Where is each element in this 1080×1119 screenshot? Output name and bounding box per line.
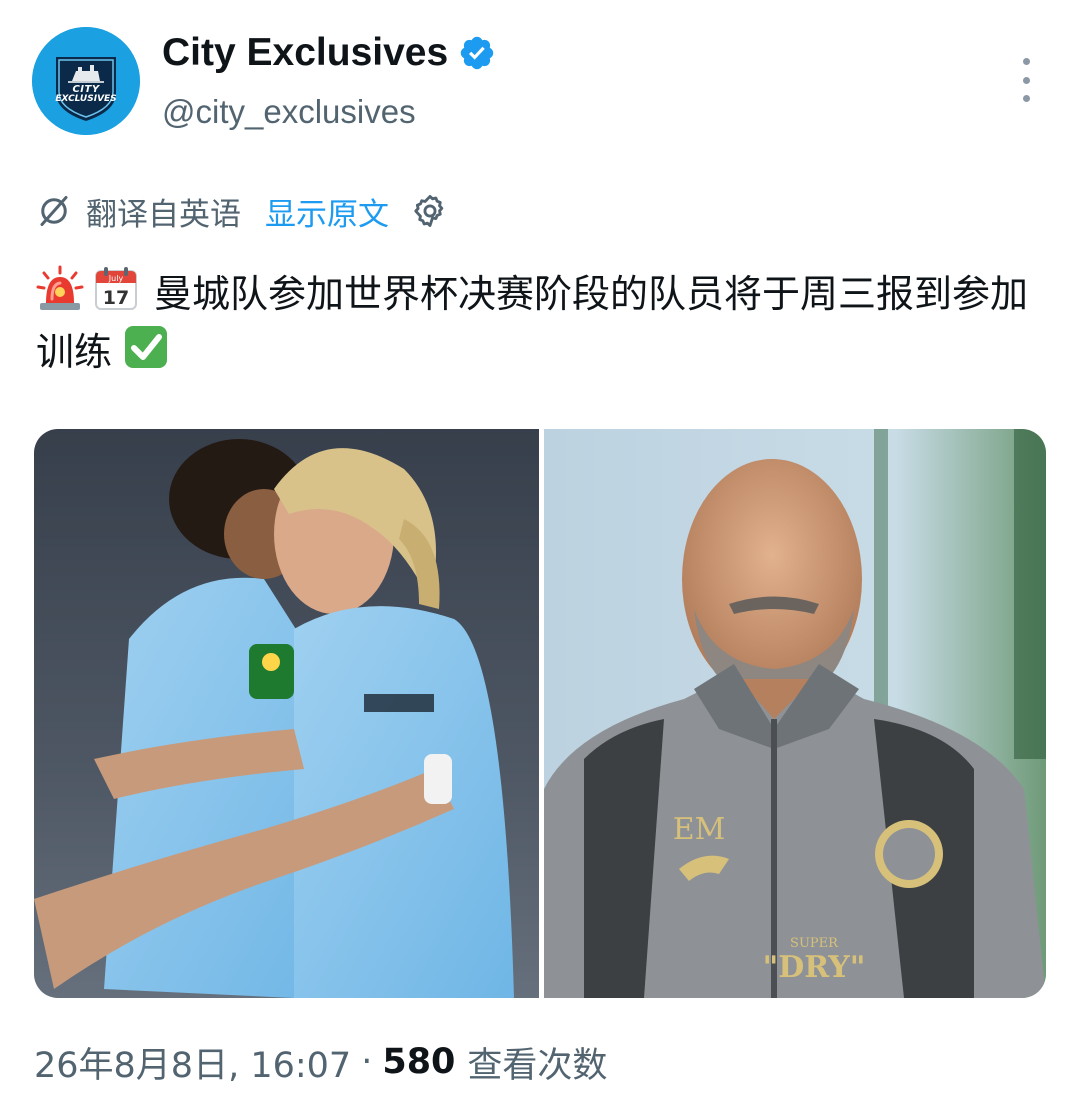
tweet-text: July 17 曼城队参加世界杯决赛阶段的队员将于周三报到参加训练	[36, 265, 1046, 381]
shirt-initials: EM	[673, 812, 726, 847]
shirt-brand-top: SUPER	[790, 936, 839, 951]
more-options-button[interactable]	[1006, 58, 1046, 102]
calendar-day: 17	[103, 287, 129, 309]
tweet-body-text: 曼城队参加世界杯决赛阶段的队员将于周三报到参加训练	[36, 272, 1029, 374]
players-celebrating-image	[34, 429, 539, 998]
more-dot-icon	[1022, 58, 1030, 65]
check-mark-emoji-icon	[122, 323, 170, 371]
gear-icon[interactable]	[411, 192, 449, 230]
calendar-month: July	[108, 274, 124, 283]
meta-separator: ·	[361, 1042, 373, 1082]
show-original-link[interactable]: 显示原文	[265, 189, 389, 234]
tweet-timestamp[interactable]: 26年8月8日, 16:07	[34, 1037, 351, 1088]
coach-portrait-photo[interactable]: EM SUPER "DRY"	[544, 429, 1046, 998]
views-label: 查看次数	[467, 1045, 608, 1086]
more-dot-icon	[1022, 76, 1030, 84]
avatar[interactable]: CITY EXCLUSIVES	[32, 27, 140, 135]
translated-from-label: 翻译自英语	[86, 196, 241, 233]
translate-icon	[40, 196, 68, 226]
avatar-text-line2: EXCLUSIVES	[55, 94, 117, 104]
players-celebrating-photo[interactable]	[34, 429, 539, 998]
city-exclusives-logo	[32, 27, 140, 135]
author-display-name[interactable]: City Exclusives	[162, 28, 496, 78]
calendar-emoji-icon: July 17	[92, 265, 140, 313]
display-name-text: City Exclusives	[162, 31, 449, 74]
media-grid: EM SUPER "DRY"	[34, 429, 1046, 998]
translation-bar: 翻译自英语 显示原文	[36, 187, 449, 235]
more-dot-icon	[1022, 95, 1030, 102]
rotating-light-emoji-icon	[36, 265, 84, 313]
verified-badge-icon	[458, 34, 496, 72]
coach-portrait-image: EM SUPER "DRY"	[544, 429, 1046, 998]
tweet-meta: 26年8月8日, 16:07 · 580 查看次数	[34, 1034, 607, 1090]
shirt-brand: "DRY"	[763, 950, 866, 985]
views-count: 580	[382, 1042, 456, 1082]
author-handle[interactable]: @city_exclusives	[162, 90, 416, 134]
